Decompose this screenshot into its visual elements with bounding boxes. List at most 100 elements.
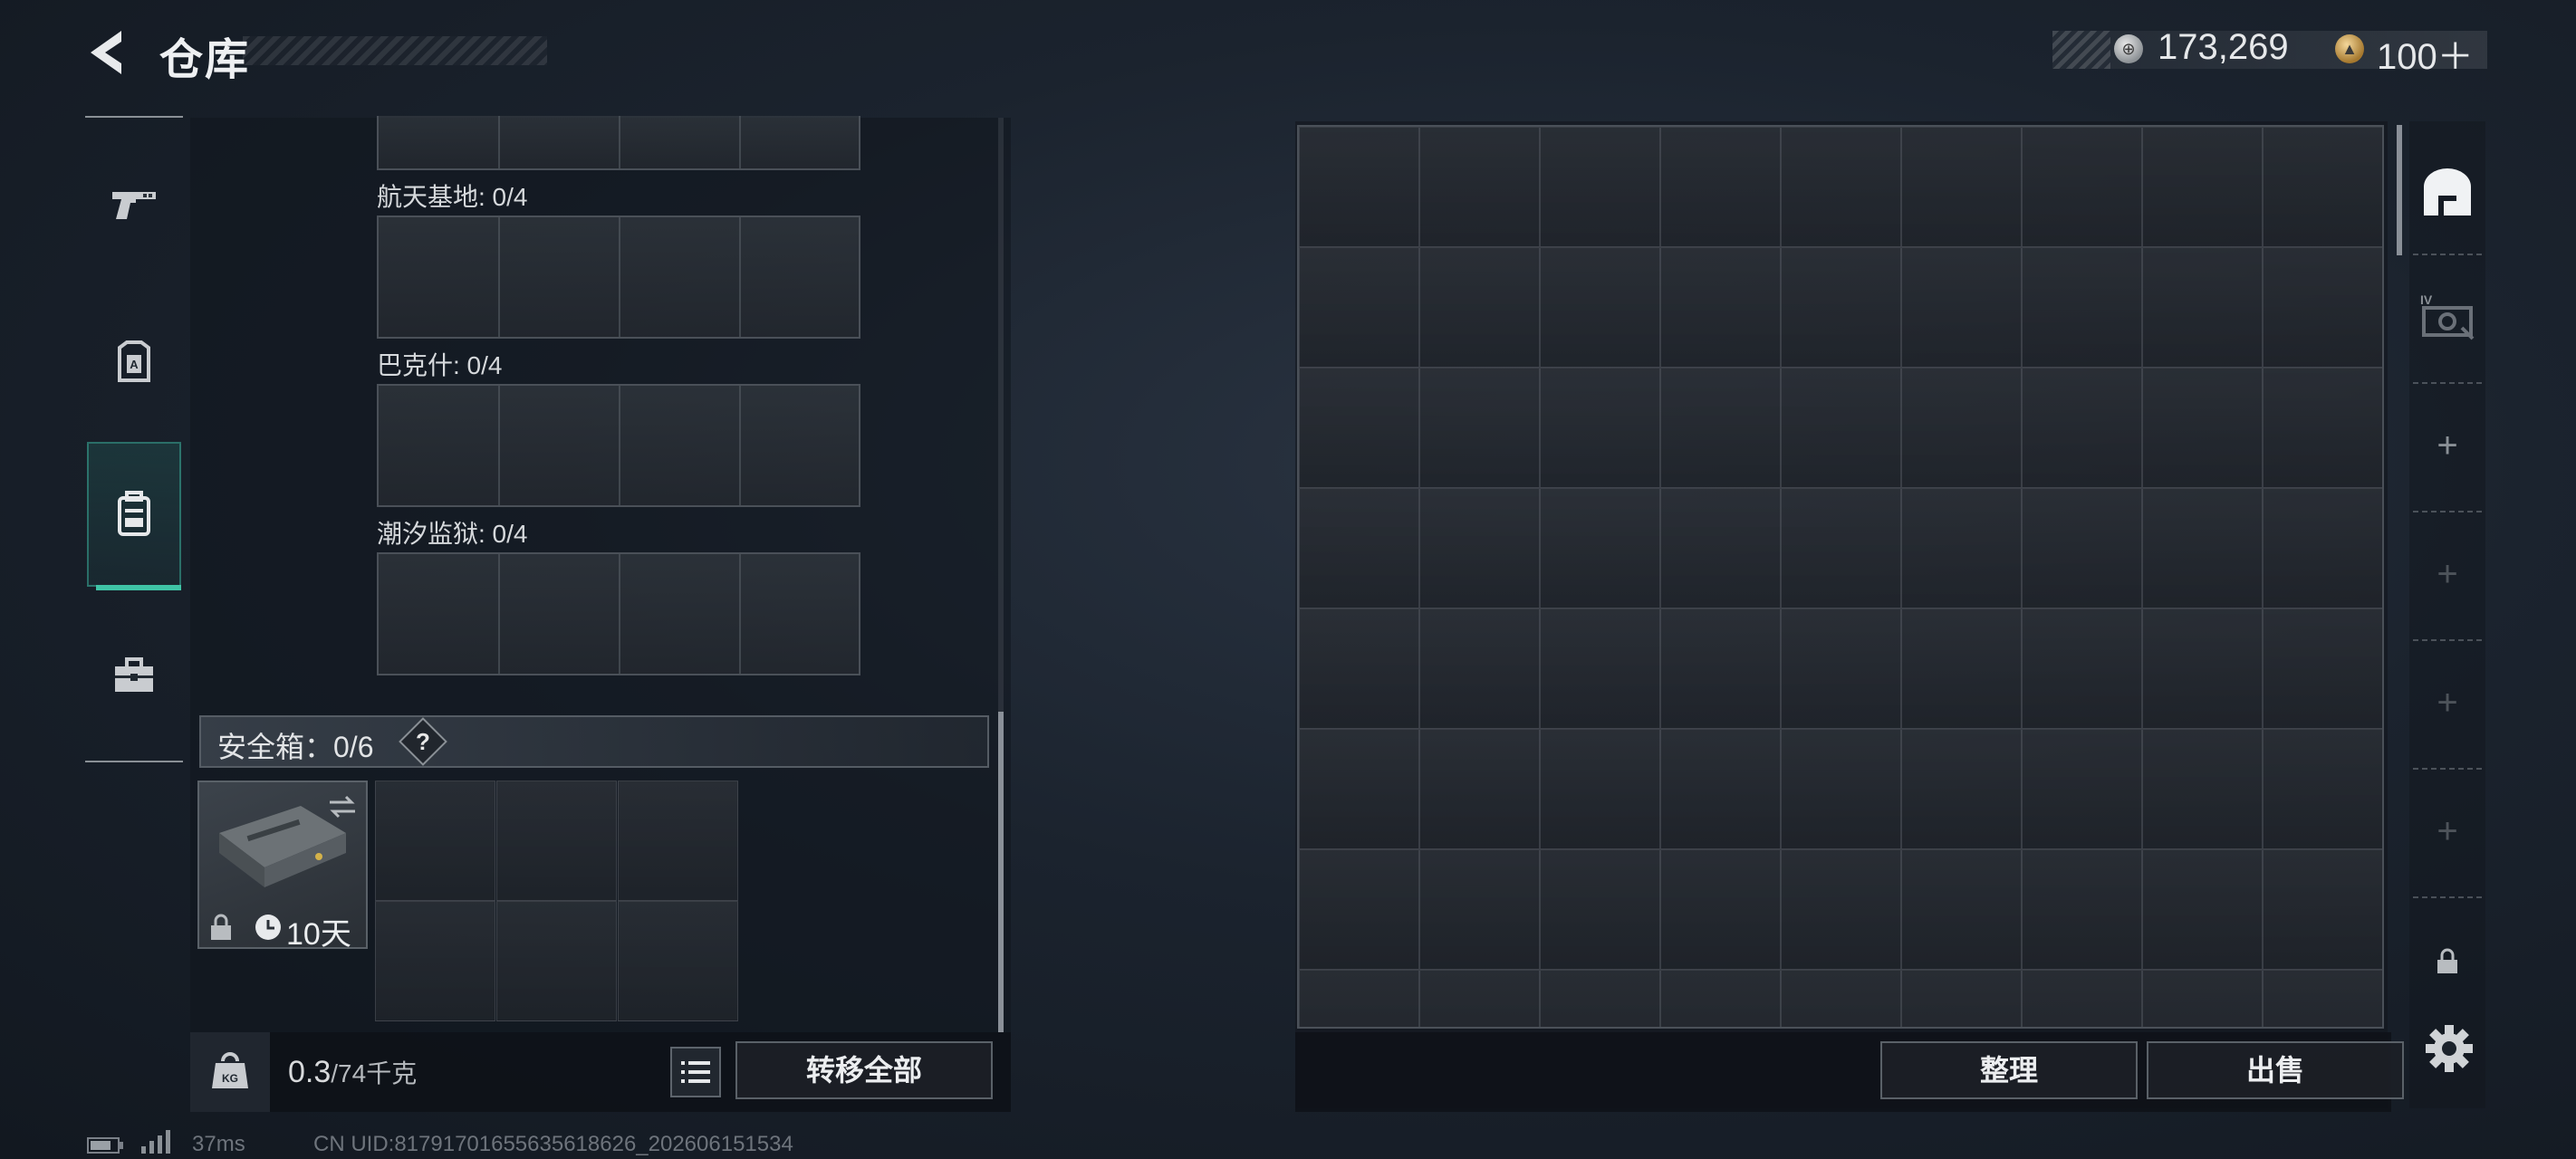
storage-grid-cell[interactable] <box>2263 608 2382 729</box>
storage-grid-cell[interactable] <box>1660 127 1781 247</box>
storage-grid-cell[interactable] <box>1781 849 1901 970</box>
storage-grid-cell[interactable] <box>1781 247 1901 368</box>
storage-grid-cell[interactable] <box>2022 970 2142 1027</box>
map-slot-grid[interactable] <box>377 216 860 339</box>
storage-grid-cell[interactable] <box>1540 488 1660 608</box>
storage-grid-cell[interactable] <box>1540 849 1660 970</box>
add-container-button[interactable]: + <box>2413 648 2482 757</box>
map-slot-grid[interactable] <box>377 552 860 675</box>
storage-grid-cell[interactable] <box>2142 970 2263 1027</box>
storage-grid-cell[interactable] <box>2263 247 2382 368</box>
storage-grid-cell[interactable] <box>1901 970 2022 1027</box>
rail-item-armor[interactable]: A <box>87 290 181 435</box>
storage-grid-cell[interactable] <box>1419 368 1540 488</box>
storage-grid-cell[interactable] <box>1299 608 1419 729</box>
storage-grid-cell[interactable] <box>1660 608 1781 729</box>
storage-grid-cell[interactable] <box>1540 247 1660 368</box>
storage-grid-cell[interactable] <box>1781 608 1901 729</box>
storage-grid-cell[interactable] <box>1299 127 1419 247</box>
storage-grid-cell[interactable] <box>2142 608 2263 729</box>
storage-grid-cell[interactable] <box>2142 849 2263 970</box>
storage-grid-cell[interactable] <box>1540 608 1660 729</box>
storage-grid-cell[interactable] <box>1419 608 1540 729</box>
storage-grid-cell[interactable] <box>1901 368 2022 488</box>
storage-grid-cell[interactable] <box>2263 970 2382 1027</box>
rail-item-tools[interactable] <box>87 603 181 748</box>
storage-grid-cell[interactable] <box>1781 368 1901 488</box>
storage-grid-cell[interactable] <box>1419 488 1540 608</box>
storage-grid-cell[interactable] <box>1660 729 1781 849</box>
sell-button[interactable]: 出售 <box>2147 1041 2404 1099</box>
weight-max: /74千克 <box>331 1059 418 1087</box>
storage-grid-cell[interactable] <box>2022 729 2142 849</box>
storage-grid-cell[interactable] <box>1901 608 2022 729</box>
storage-grid-cell[interactable] <box>1540 368 1660 488</box>
storage-grid-cell[interactable] <box>1660 970 1781 1027</box>
safe-box-grid[interactable] <box>375 781 741 1021</box>
storage-grid-cell[interactable] <box>2142 729 2263 849</box>
storage-grid-cell[interactable] <box>1299 849 1419 970</box>
storage-grid-cell[interactable] <box>1781 729 1901 849</box>
storage-scrollbar-thumb[interactable] <box>2397 125 2402 255</box>
container-tab-main-storage[interactable] <box>2413 139 2482 248</box>
storage-grid-cell[interactable] <box>2263 488 2382 608</box>
storage-grid-cell[interactable] <box>2142 247 2263 368</box>
storage-grid-cell[interactable] <box>2022 608 2142 729</box>
storage-grid-cell[interactable] <box>1781 488 1901 608</box>
storage-grid-cell[interactable] <box>2263 849 2382 970</box>
storage-grid-cell[interactable] <box>1781 127 1901 247</box>
swap-icon[interactable] <box>326 793 359 820</box>
storage-grid-cell[interactable] <box>2022 247 2142 368</box>
storage-grid-cell[interactable] <box>1419 729 1540 849</box>
storage-grid-cell[interactable] <box>1540 970 1660 1027</box>
storage-grid-cell[interactable] <box>1299 729 1419 849</box>
rail-item-storage[interactable] <box>87 442 181 587</box>
sort-button[interactable]: 整理 <box>1880 1041 2138 1099</box>
storage-grid-cell[interactable] <box>1540 729 1660 849</box>
storage-grid-cell[interactable] <box>1299 247 1419 368</box>
storage-grid-cell[interactable] <box>1299 970 1419 1027</box>
storage-grid-cell[interactable] <box>1299 488 1419 608</box>
storage-grid-cell[interactable] <box>2022 127 2142 247</box>
storage-grid-cell[interactable] <box>1419 849 1540 970</box>
storage-grid[interactable] <box>1297 125 2384 1029</box>
storage-grid-cell[interactable] <box>2022 368 2142 488</box>
storage-grid-cell[interactable] <box>2263 368 2382 488</box>
add-container-button[interactable]: + <box>2413 520 2482 628</box>
map-slot-grid[interactable] <box>377 384 860 507</box>
storage-grid-cell[interactable] <box>1781 970 1901 1027</box>
storage-grid-cell[interactable] <box>1901 729 2022 849</box>
gold-currency-value[interactable]: 100＋ <box>2377 27 2474 80</box>
storage-grid-cell[interactable] <box>1901 127 2022 247</box>
storage-grid-cell[interactable] <box>1660 368 1781 488</box>
storage-grid-cell[interactable] <box>2263 127 2382 247</box>
storage-grid-cell[interactable] <box>1901 247 2022 368</box>
storage-grid-cell[interactable] <box>1419 247 1540 368</box>
storage-grid-cell[interactable] <box>2022 488 2142 608</box>
list-view-button[interactable] <box>670 1047 721 1097</box>
storage-grid-cell[interactable] <box>2142 127 2263 247</box>
storage-grid-cell[interactable] <box>1660 488 1781 608</box>
container-tab-expansion[interactable]: IV <box>2413 263 2482 371</box>
storage-grid-cell[interactable] <box>2142 368 2263 488</box>
safe-box-item[interactable]: 10天 <box>197 781 368 952</box>
storage-grid-cell[interactable] <box>1299 368 1419 488</box>
add-container-button[interactable]: + <box>2413 777 2482 886</box>
left-scrollbar-thumb[interactable] <box>998 712 1004 1032</box>
storage-grid-cell[interactable] <box>1660 849 1781 970</box>
storage-grid-cell[interactable] <box>2022 849 2142 970</box>
storage-grid-cell[interactable] <box>2142 488 2263 608</box>
settings-button[interactable] <box>2422 1021 2476 1076</box>
silver-coin-icon: ⊕ <box>2114 34 2143 63</box>
storage-grid-cell[interactable] <box>1419 127 1540 247</box>
back-button[interactable] <box>82 25 136 80</box>
rail-item-weapons[interactable] <box>87 132 181 277</box>
storage-grid-cell[interactable] <box>1660 247 1781 368</box>
storage-grid-cell[interactable] <box>1901 488 2022 608</box>
add-container-button[interactable]: + <box>2413 391 2482 500</box>
storage-grid-cell[interactable] <box>1901 849 2022 970</box>
storage-grid-cell[interactable] <box>2263 729 2382 849</box>
transfer-all-button[interactable]: 转移全部 <box>735 1041 993 1099</box>
storage-grid-cell[interactable] <box>1540 127 1660 247</box>
storage-grid-cell[interactable] <box>1419 970 1540 1027</box>
